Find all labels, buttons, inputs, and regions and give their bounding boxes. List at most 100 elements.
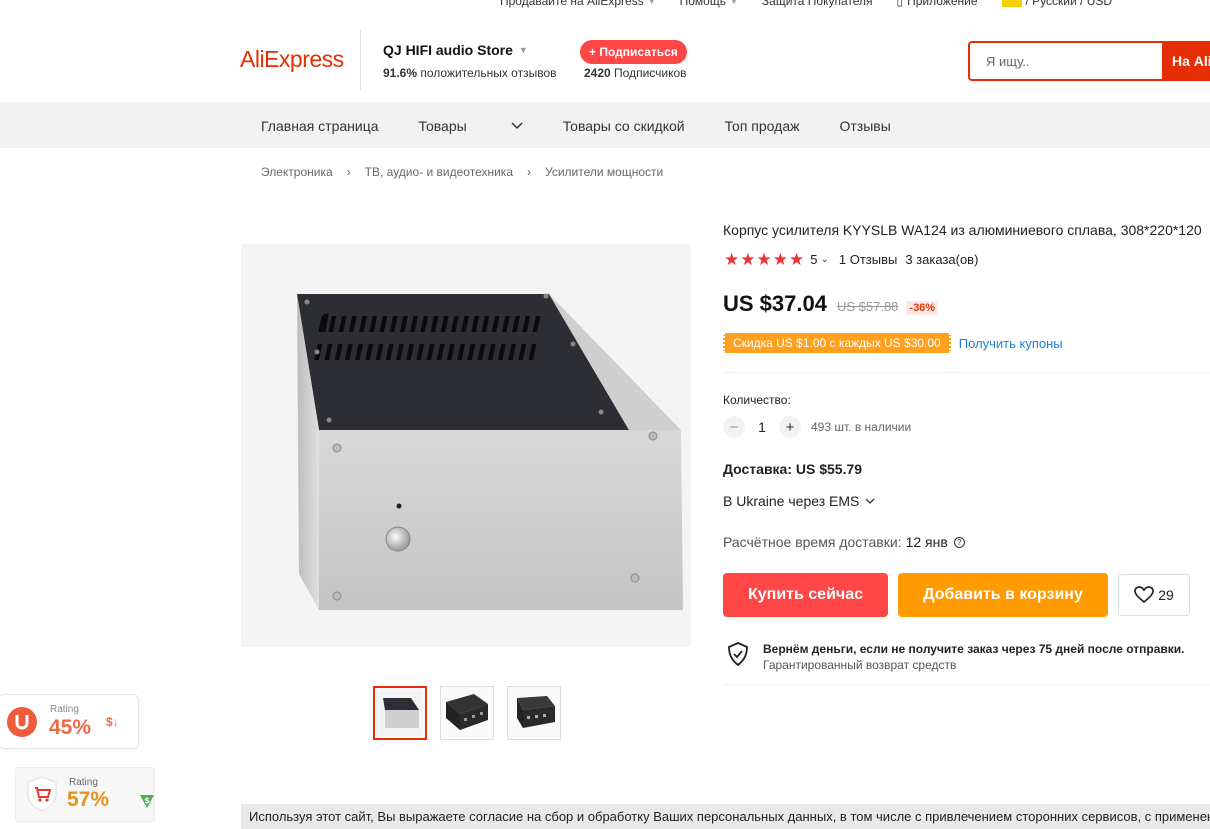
divider <box>723 372 1210 373</box>
protection-label: Защита Покупателя <box>761 0 873 8</box>
product-main-image[interactable] <box>241 244 691 647</box>
quantity-stepper: − 1 + 493 шт. в наличии <box>723 416 911 438</box>
search-input[interactable] <box>970 43 1162 79</box>
coupon-badge: Скидка US $1.00 с каждых US $30.00 <box>723 333 951 353</box>
breadcrumb-item[interactable]: Электроника <box>261 165 333 179</box>
shipping-cost: Доставка: US $55.79 <box>723 461 863 477</box>
breadcrumb: Электроника › ТВ, аудио- и видеотехника … <box>261 165 663 179</box>
thumbnail-2[interactable] <box>440 686 494 740</box>
chevron-down-icon: ▼ <box>647 0 656 6</box>
nav-home[interactable]: Главная страница <box>261 118 379 134</box>
breadcrumb-item[interactable]: ТВ, аудио- и видеотехника <box>365 165 513 179</box>
header-divider <box>360 30 361 90</box>
old-price: US $57.88 <box>836 299 899 314</box>
store-name[interactable]: QJ HIFI audio Store ▼ <box>383 42 528 58</box>
thumbnail-3[interactable] <box>507 686 561 740</box>
buyer-guarantee: Вернём деньги, если не получите заказ че… <box>727 642 1185 672</box>
thumbnail-1[interactable] <box>373 686 427 740</box>
cookie-text: Используя этот сайт, Вы выражаете соглас… <box>249 809 1210 824</box>
price-down-icon: $↓ <box>106 715 119 729</box>
buyer-protection-link[interactable]: Защита Покупателя <box>762 0 873 8</box>
help-icon[interactable]: ? <box>953 536 965 548</box>
store-feedback: 91.6% положительных отзывов <box>383 66 557 80</box>
nav-products-label: Товары <box>418 117 467 134</box>
shipping-method-label: В Ukraine через EMS <box>723 493 860 509</box>
get-coupons-link[interactable]: Получить купоны <box>959 336 1063 351</box>
store-nav: Главная страница Товары Товары со скидко… <box>0 103 1210 148</box>
product-title: Корпус усилителя KYYSLB WA124 из алюмини… <box>723 222 1202 238</box>
locale-label: / Русский / USD <box>1025 0 1113 8</box>
chevron-down-icon[interactable]: ⌄ <box>820 254 828 265</box>
site-header: AliExpress QJ HIFI audio Store ▼ 91.6% п… <box>0 14 1210 103</box>
rating-stars[interactable]: ★ ★ ★ ★ ★ <box>724 251 804 268</box>
chevron-down-icon <box>511 121 523 129</box>
magnet-icon <box>7 707 37 737</box>
increase-button[interactable]: + <box>779 416 801 438</box>
eta-value: 12 янв <box>905 534 948 550</box>
rating-row: ★ ★ ★ ★ ★ 5 ⌄ 1 Отзывы 3 заказа(ов) <box>724 251 978 268</box>
chevron-down-icon: ▼ <box>518 45 528 55</box>
sell-on-aliexpress-link[interactable]: Продавайте на AliExpress ▼ <box>500 0 656 8</box>
wishlist-button[interactable]: 29 <box>1118 574 1190 616</box>
silver-case-thumbnail <box>377 690 423 736</box>
cart-shield-icon <box>27 776 57 812</box>
breadcrumb-item[interactable]: Усилители мощности <box>545 165 663 179</box>
subscribe-button[interactable]: + Подписаться <box>580 40 687 64</box>
positive-feedback-label: положительных отзывов <box>420 66 557 80</box>
thumbnail-strip <box>373 686 561 740</box>
guarantee-subtitle: Гарантированный возврат средств <box>763 658 957 672</box>
black-case-rear-thumbnail <box>509 688 559 738</box>
star-icon: ★ <box>724 250 740 269</box>
rating-label: Rating <box>69 777 98 788</box>
reviews-count[interactable]: 1 Отзывы <box>839 252 897 267</box>
rating-widget[interactable]: Rating 45% $↓ <box>0 694 139 749</box>
dollar-shield-icon: $ <box>140 795 154 808</box>
guarantee-title: Вернём деньги, если не получите заказ че… <box>763 642 1185 656</box>
rating-value[interactable]: 5 <box>810 252 817 267</box>
current-price: US $37.04 <box>723 291 827 316</box>
heart-icon <box>1134 586 1155 604</box>
locale-selector[interactable]: / Русский / USD <box>1001 0 1113 8</box>
shield-check-icon <box>728 642 748 666</box>
rating-value: 57% <box>67 788 110 811</box>
decrease-button[interactable]: − <box>723 416 745 438</box>
top-utility-bar: Продавайте на AliExpress ▼ Помощь ▼ Защита… <box>0 0 1210 14</box>
help-label: Помощь <box>679 0 726 8</box>
sell-label: Продавайте на AliExpress <box>500 0 644 8</box>
amplifier-case-image <box>241 244 691 647</box>
nav-reviews[interactable]: Отзывы <box>839 118 890 134</box>
star-icon: ★ <box>740 250 756 269</box>
positive-feedback-pct: 91.6% <box>383 66 418 80</box>
discount-badge: -36% <box>906 301 939 315</box>
rating-widget-2[interactable]: Rating 57% $ <box>15 767 155 822</box>
aliexpress-logo[interactable]: AliExpress <box>240 46 344 73</box>
nav-products[interactable]: Товары <box>419 118 523 134</box>
chevron-right-icon: › <box>527 165 531 179</box>
coupon-row: Скидка US $1.00 с каждых US $30.00 Получ… <box>723 333 1063 353</box>
chevron-down-icon: ▼ <box>729 0 738 6</box>
star-icon: ★ <box>772 250 788 269</box>
star-icon: ★ <box>789 250 805 269</box>
wishlist-count: 29 <box>1158 587 1174 603</box>
quantity-value[interactable]: 1 <box>745 419 779 435</box>
eta-label: Расчётное время доставки: <box>723 534 902 550</box>
rating-value: 45% <box>49 716 92 739</box>
nav-sale[interactable]: Товары со скидкой <box>563 118 685 134</box>
orders-count: 3 заказа(ов) <box>905 252 979 267</box>
star-icon: ★ <box>756 250 772 269</box>
cookie-consent-bar: Используя этот сайт, Вы выражаете соглас… <box>241 804 1210 829</box>
stock-available: 493 шт. в наличии <box>811 420 912 434</box>
buy-now-button[interactable]: Купить сейчас <box>723 573 888 617</box>
price-row: US $37.04 US $57.88 -36% <box>723 291 939 317</box>
subscribers-number: 2420 <box>584 66 611 80</box>
search-button[interactable]: На AliEx <box>1162 43 1210 79</box>
search-box: На AliEx <box>968 41 1210 81</box>
help-link[interactable]: Помощь ▼ <box>680 0 738 8</box>
add-to-cart-button[interactable]: Добавить в корзину <box>898 573 1108 617</box>
subscribers-count: 2420 Подписчиков <box>584 66 687 80</box>
nav-top-sales[interactable]: Топ продаж <box>725 118 800 134</box>
app-link[interactable]: ▯ Приложение <box>897 0 978 8</box>
delivery-estimate: Расчётное время доставки: 12 янв ? <box>723 534 965 550</box>
shipping-method-selector[interactable]: В Ukraine через EMS <box>723 493 875 509</box>
flag-icon <box>1001 0 1022 7</box>
